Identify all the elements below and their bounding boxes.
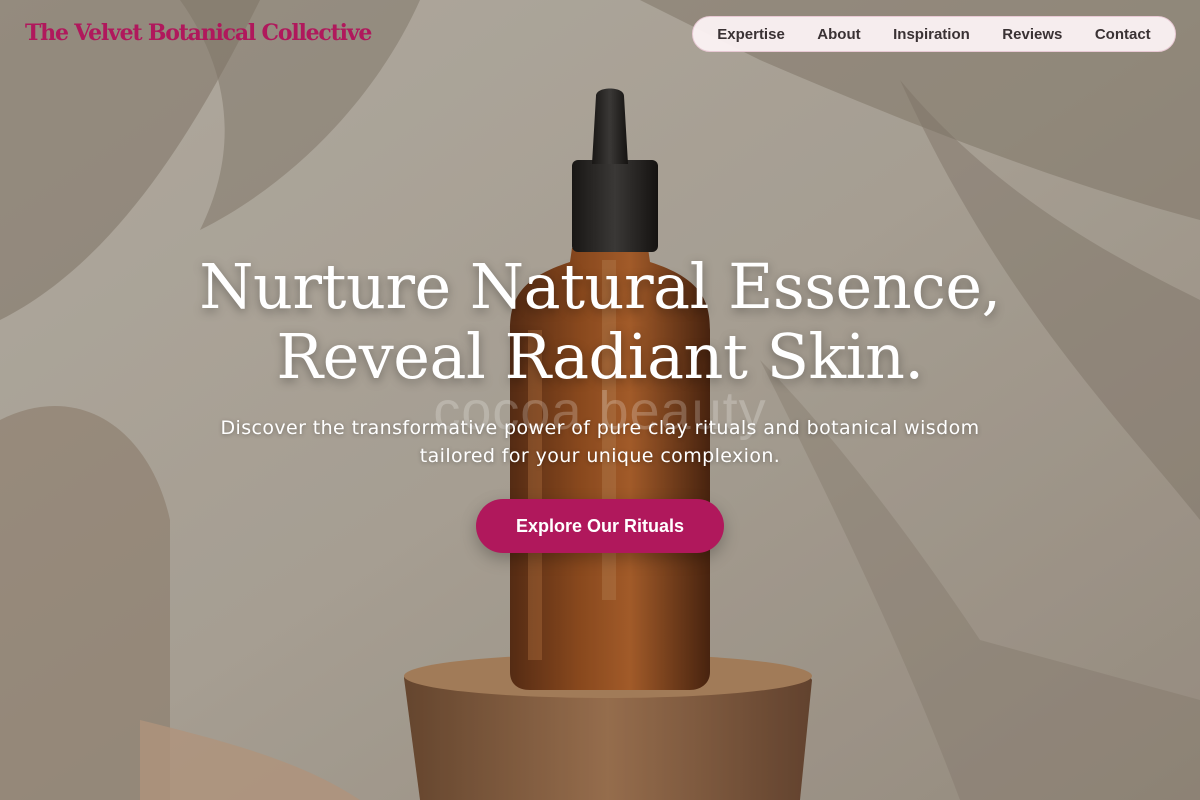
nav-item-expertise[interactable]: Expertise [711,20,791,49]
main-nav: Expertise About Inspiration Reviews Cont… [692,16,1176,52]
hero-headline: Nurture Natural Essence, Reveal Radiant … [0,252,1200,392]
hero-section: The Velvet Botanical Collective Expertis… [0,0,1200,800]
nav-item-reviews[interactable]: Reviews [996,20,1068,49]
nav-item-inspiration[interactable]: Inspiration [887,20,976,49]
brand-logo[interactable]: The Velvet Botanical Collective [25,20,372,46]
nav-item-contact[interactable]: Contact [1089,20,1157,49]
hero-content: cocoa beauty Nurture Natural Essence, Re… [0,252,1200,553]
hero-headline-line2: Reveal Radiant Skin. [276,320,924,393]
hero-subtext: Discover the transformative power of pur… [220,417,980,467]
explore-rituals-button[interactable]: Explore Our Rituals [475,499,725,553]
nav-item-about[interactable]: About [811,20,866,49]
site-header: The Velvet Botanical Collective Expertis… [0,0,1200,72]
hero-headline-line1: Nurture Natural Essence, [199,250,1001,323]
